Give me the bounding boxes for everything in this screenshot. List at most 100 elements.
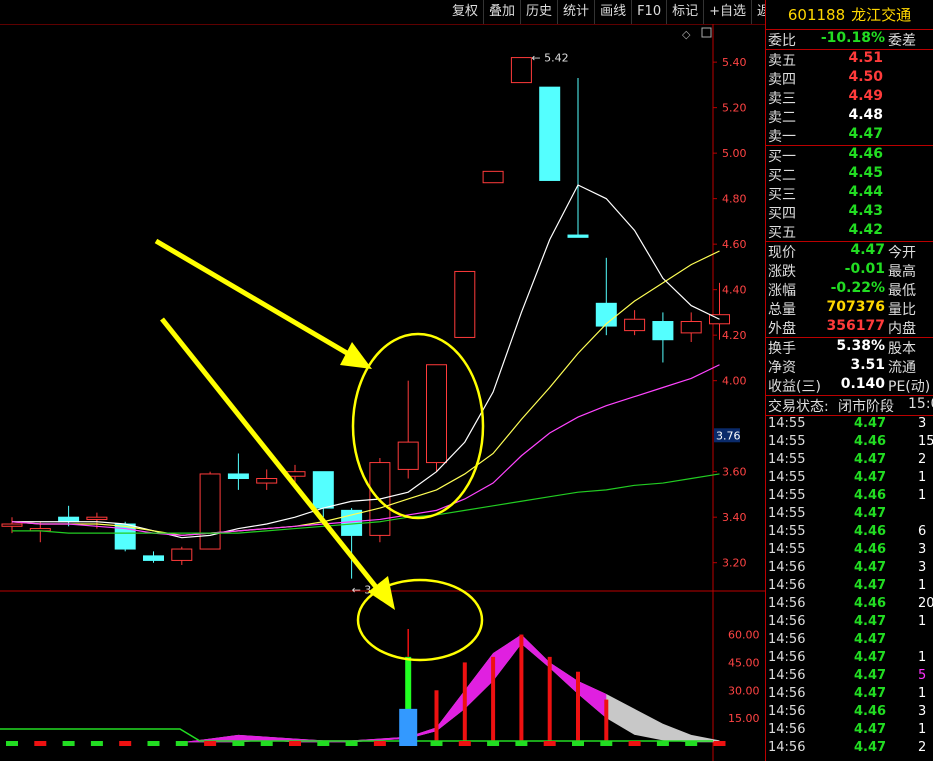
tick-price: 4.47 [854, 650, 887, 665]
moving-average-line [11, 364, 720, 536]
tick-row[interactable]: 14:56 4.46 20 [766, 596, 933, 614]
tick-time: 14:56 [768, 668, 806, 683]
tick-volume: 3 [918, 704, 927, 719]
tick-row[interactable]: 14:56 4.47 5 [766, 668, 933, 686]
bid-row[interactable]: 买五 4.42 [766, 222, 933, 241]
indicator-signal-block [204, 741, 217, 746]
stat-value: -0.22% [830, 280, 885, 296]
candle-body [227, 473, 249, 480]
trade-status-time: 15:0 [908, 396, 933, 412]
fundamentals-row: 换手 5.38% 股本 [766, 338, 933, 357]
tick-row[interactable]: 14:56 4.47 1 [766, 614, 933, 632]
indicator-signal-block [458, 741, 471, 746]
tick-time: 14:55 [768, 506, 806, 521]
tick-row[interactable]: 14:55 4.47 3 [766, 416, 933, 434]
toolbar-button-6[interactable]: 标记 [667, 0, 705, 24]
tick-price: 4.47 [854, 452, 887, 467]
toolbar-button-1[interactable]: 叠加 [484, 0, 522, 24]
annotation-ellipse [351, 332, 485, 520]
ask-row[interactable]: 卖五 4.51 [766, 50, 933, 69]
kline-chart-area[interactable]: 5.40 5.20 5.00 4.80 4.60 4.40 4.20 4.00 3.60 3.40… [0, 24, 765, 761]
tick-row[interactable]: 14:55 4.46 3 [766, 542, 933, 560]
indicator-magenta-area [12, 634, 607, 745]
toolbar-button-0[interactable]: 复权 [447, 0, 485, 24]
ask-row[interactable]: 卖一 4.47 [766, 126, 933, 145]
toolbar-button-3[interactable]: 统计 [558, 0, 596, 24]
tick-row[interactable]: 14:56 4.47 [766, 632, 933, 650]
book-price: 4.42 [848, 222, 883, 238]
indicator-signal-block [289, 741, 301, 746]
price-axis-label: 3.60 [722, 466, 747, 479]
moving-average-line [11, 250, 720, 536]
candle-body [595, 302, 617, 327]
tick-row[interactable]: 14:55 4.47 [766, 506, 933, 524]
stock-code: 601188 [787, 5, 846, 24]
tick-volume: 2 [918, 452, 927, 467]
tick-row[interactable]: 14:55 4.46 6 [766, 524, 933, 542]
trade-status-label: 交易状态: [768, 399, 829, 415]
book-price: 4.51 [848, 50, 883, 66]
tick-time: 14:56 [768, 614, 806, 629]
indicator-signal-block [260, 741, 273, 746]
indicator-bar [519, 634, 524, 746]
candle-body [256, 478, 278, 484]
tick-row[interactable]: 14:56 4.47 2 [766, 740, 933, 758]
tick-row[interactable]: 14:55 4.47 1 [766, 470, 933, 488]
tick-time: 14:56 [768, 578, 806, 593]
current-price-tag: 3.76 [716, 429, 741, 442]
stat-label: 换手 [768, 341, 796, 357]
indicator-signal-block [656, 741, 669, 746]
ask-row[interactable]: 卖二 4.48 [766, 107, 933, 126]
indicator-signal-block [487, 741, 500, 746]
tick-volume: 1 [918, 722, 927, 737]
candle-body [426, 364, 447, 464]
indicator-axis-label: 60.00 [728, 629, 760, 642]
indicator-signal-block [317, 741, 330, 746]
stat-label: 收益(三) [768, 379, 821, 395]
indicator-signal-block [600, 741, 613, 746]
toolbar-button-7[interactable]: +自选 [704, 0, 753, 24]
tick-time: 14:56 [768, 560, 806, 575]
tick-row[interactable]: 14:56 4.47 1 [766, 578, 933, 596]
stat-value: 356177 [826, 318, 885, 334]
bid-row[interactable]: 买二 4.45 [766, 165, 933, 184]
high-marker: ← 5.42 [531, 52, 568, 65]
tick-row[interactable]: 14:56 4.47 3 [766, 560, 933, 578]
toolbar-button-5[interactable]: F10 [632, 0, 668, 24]
tick-row[interactable]: 14:55 4.46 1 [766, 488, 933, 506]
bid-row[interactable]: 买四 4.43 [766, 203, 933, 222]
indicator-signal-block [119, 741, 132, 746]
tick-row[interactable]: 14:56 4.47 1 [766, 650, 933, 668]
tick-row[interactable]: 14:56 4.47 1 [766, 722, 933, 740]
indicator-axis-label: 15.00 [728, 712, 760, 725]
tick-row[interactable]: 14:55 4.46 15 [766, 434, 933, 452]
ask-row[interactable]: 卖四 4.50 [766, 69, 933, 88]
stat-value: 4.47 [850, 242, 885, 258]
candle-body [58, 516, 80, 523]
trade-status-value: 闭市阶段 [838, 399, 894, 415]
tick-list[interactable]: 14:55 4.47 3 14:55 4.46 15 14:55 4.47 2 14:55 4.47… [766, 416, 933, 758]
book-label: 卖二 [768, 110, 796, 126]
candle-body [539, 86, 561, 181]
quote-row: 涨幅 -0.22% 最低 [766, 280, 933, 299]
bid-row[interactable]: 买一 4.46 [766, 146, 933, 165]
tick-row[interactable]: 14:55 4.47 2 [766, 452, 933, 470]
stat-right-label: 最高 [888, 264, 916, 280]
candle-body [510, 57, 532, 84]
stat-right-label: PE(动) [888, 379, 931, 395]
tick-row[interactable]: 14:56 4.46 3 [766, 704, 933, 722]
indicator-signal-block [147, 741, 160, 746]
tick-volume: 1 [918, 650, 927, 665]
price-axis-label: 5.20 [722, 102, 747, 115]
ask-row[interactable]: 卖三 4.49 [766, 88, 933, 107]
toolbar-button-2[interactable]: 历史 [521, 0, 559, 24]
indicator-bar [604, 699, 609, 746]
kline-chart[interactable]: 5.40 5.20 5.00 4.80 4.60 4.40 4.20 4.00 3.60 3.40… [0, 24, 765, 761]
tick-time: 14:55 [768, 542, 806, 557]
tick-row[interactable]: 14:56 4.47 1 [766, 686, 933, 704]
price-axis-label: 4.80 [722, 193, 747, 206]
candle-body [482, 170, 504, 184]
bid-row[interactable]: 买三 4.44 [766, 184, 933, 203]
toolbar-button-4[interactable]: 画线 [595, 0, 633, 24]
book-label: 卖四 [768, 72, 796, 88]
